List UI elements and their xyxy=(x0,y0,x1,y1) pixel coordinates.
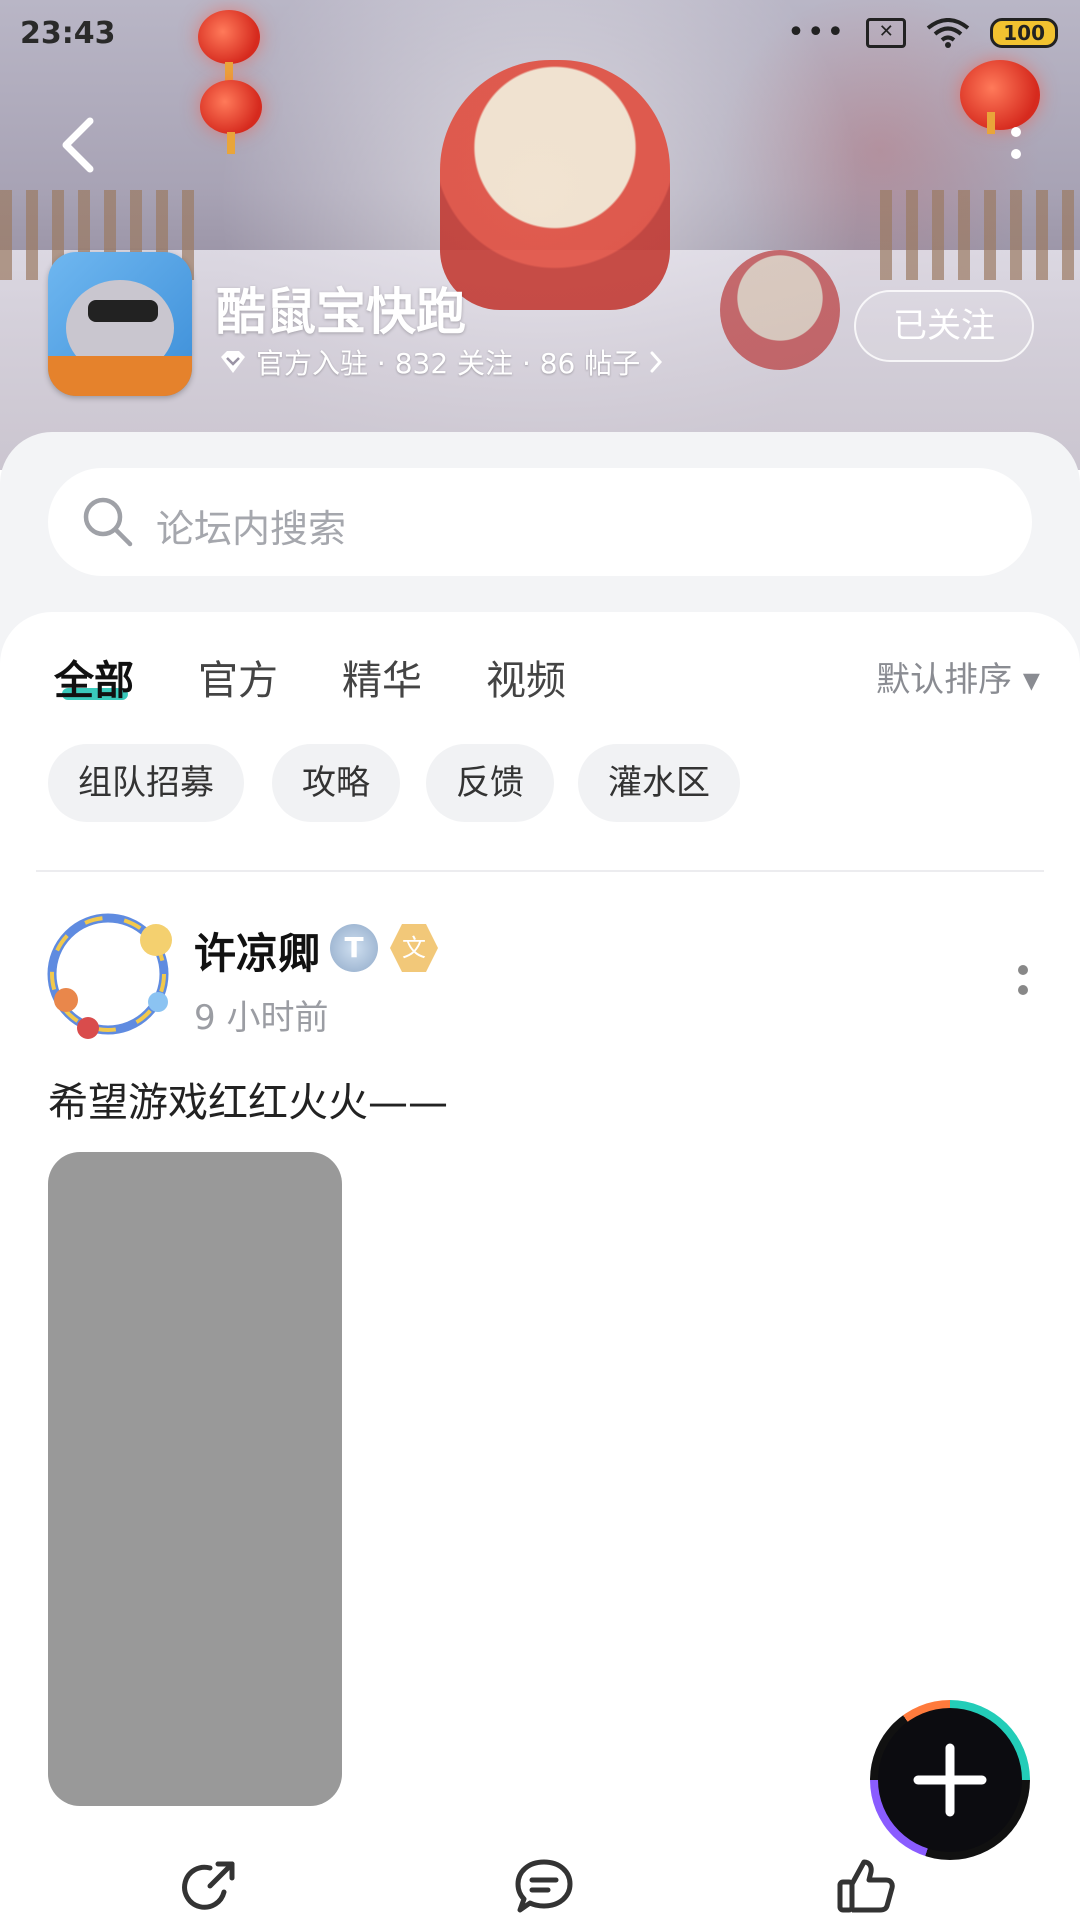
tab-video[interactable]: 视频 xyxy=(486,648,566,706)
forum-title: 酷鼠宝快跑 xyxy=(216,283,466,341)
chip-team-recruit[interactable]: 组队招募 xyxy=(48,744,244,822)
orange-scarf xyxy=(48,356,192,396)
red-lantern-decoration xyxy=(960,60,1040,134)
more-dots-icon: ••• xyxy=(787,15,847,50)
hamster-mascot-illustration xyxy=(720,250,840,370)
lion-dance-mascot-illustration xyxy=(440,60,670,310)
status-icons: ••• ✕ 100 xyxy=(787,18,1058,48)
like-icon[interactable] xyxy=(836,1856,896,1916)
follow-button[interactable]: 已关注 xyxy=(854,290,1034,362)
search-icon xyxy=(83,497,133,547)
sort-dropdown[interactable]: 默认排序 ▾ xyxy=(876,652,1040,701)
status-time: 23:43 xyxy=(20,16,116,51)
red-lantern-decoration xyxy=(200,80,262,154)
section-divider xyxy=(36,870,1044,872)
tab-all[interactable]: 全部 xyxy=(54,648,134,706)
create-post-button[interactable] xyxy=(870,1700,1030,1860)
plus-icon xyxy=(913,1743,987,1817)
post-image[interactable] xyxy=(48,1152,342,1806)
share-icon[interactable] xyxy=(180,1856,240,1916)
level-badge-icon: T xyxy=(330,924,378,972)
status-bar: 23:43 ••• ✕ 100 xyxy=(0,0,1080,70)
forum-search-bar[interactable]: 论坛内搜索 xyxy=(48,468,1032,576)
chip-feedback[interactable]: 反馈 xyxy=(426,744,554,822)
post-body-text[interactable]: 希望游戏红红火火—— xyxy=(48,1070,448,1128)
chip-chat-zone[interactable]: 灌水区 xyxy=(578,744,740,822)
forum-meta[interactable]: 官方入驻 · 832 关注 · 86 帖子 xyxy=(218,342,664,382)
comment-icon[interactable] xyxy=(514,1856,574,1916)
fab-inner xyxy=(878,1708,1022,1852)
back-arrow-icon[interactable] xyxy=(58,115,98,175)
post-more-icon[interactable] xyxy=(1016,960,1030,1000)
post-author-name[interactable]: 许凉卿 xyxy=(194,920,320,981)
chevron-right-icon xyxy=(650,351,663,373)
sim-off-icon: ✕ xyxy=(866,18,907,48)
user-avatar[interactable] xyxy=(38,904,184,1042)
forum-banner xyxy=(0,0,1080,470)
tab-featured[interactable]: 精华 xyxy=(342,648,422,706)
verified-diamond-icon xyxy=(221,351,245,373)
more-vertical-icon[interactable] xyxy=(1006,120,1026,170)
wifi-icon xyxy=(927,18,970,48)
forum-meta-text: 官方入驻 · 832 关注 · 86 帖子 xyxy=(256,347,641,380)
fence-decoration xyxy=(880,190,1080,280)
sunglasses xyxy=(88,300,158,322)
chip-guides[interactable]: 攻略 xyxy=(272,744,400,822)
battery-indicator: 100 xyxy=(990,18,1058,48)
tab-official[interactable]: 官方 xyxy=(198,648,278,706)
app-icon xyxy=(48,252,192,396)
search-placeholder: 论坛内搜索 xyxy=(156,507,347,551)
post-timestamp: 9 小时前 xyxy=(194,998,329,1038)
